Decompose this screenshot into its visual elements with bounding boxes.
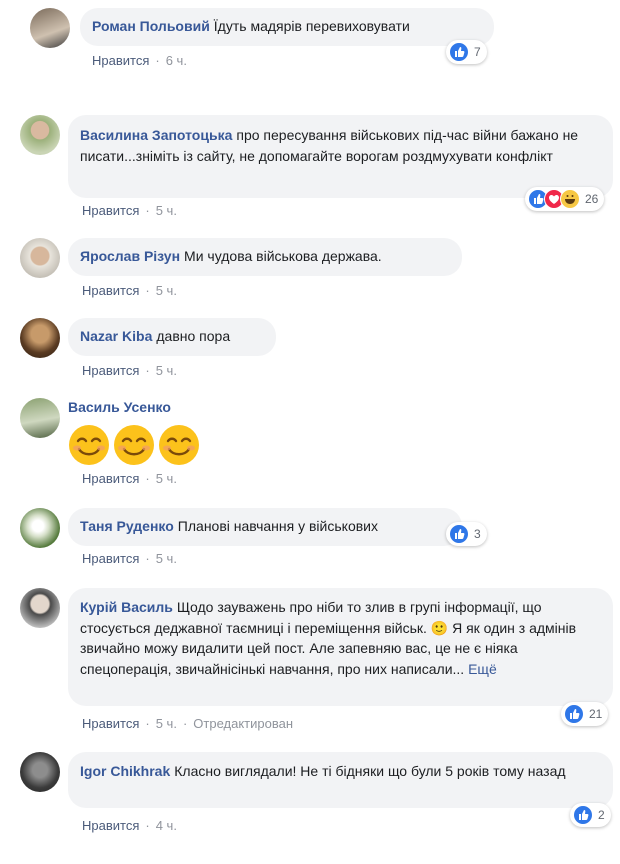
comment-bubble: Курій Василь Щодо зауважень про ніби то з… — [68, 588, 613, 706]
author-name[interactable]: Nazar Kiba — [80, 328, 152, 344]
comment-text: Ми чудова військова держава. — [184, 248, 382, 264]
like-link[interactable]: Нравится — [82, 551, 139, 566]
comment-bubble: Таня Руденко Планові навчання у військови… — [68, 508, 462, 546]
separator-dot: · — [145, 363, 150, 378]
like-link[interactable]: Нравится — [92, 53, 149, 68]
separator-dot: · — [182, 716, 188, 731]
author-name[interactable]: Василь Усенко — [68, 399, 171, 415]
author-name[interactable]: Роман Польовий — [92, 18, 210, 34]
timestamp[interactable]: 6 ч. — [166, 53, 187, 68]
timestamp[interactable]: 5 ч. — [156, 716, 177, 731]
reaction-count: 3 — [474, 527, 481, 541]
timestamp[interactable]: 5 ч. — [156, 203, 177, 218]
like-link[interactable]: Нравится — [82, 818, 139, 833]
separator-dot: · — [155, 53, 160, 68]
avatar[interactable] — [20, 115, 60, 155]
separator-dot: · — [145, 716, 150, 731]
like-link[interactable]: Нравится — [82, 363, 139, 378]
comment-text: Класно виглядали! Не ті бідняки що були … — [174, 763, 566, 779]
author-name[interactable]: Василина Запотоцька — [80, 127, 232, 143]
reaction-count: 26 — [585, 192, 599, 206]
like-reaction-icon — [449, 42, 469, 62]
smiling-face-emoji-icon — [69, 425, 109, 465]
like-link[interactable]: Нравится — [82, 203, 139, 218]
separator-dot: · — [145, 203, 150, 218]
comment-actions: Нравится · 6 ч. — [92, 53, 187, 68]
comment-actions: Нравится · 4 ч. — [82, 818, 177, 833]
author-name[interactable]: Курій Василь — [80, 599, 173, 615]
avatar[interactable] — [30, 8, 70, 48]
timestamp[interactable]: 5 ч. — [156, 471, 177, 486]
avatar[interactable] — [20, 398, 60, 438]
smiling-face-emoji-icon — [159, 425, 199, 465]
like-reaction-icon — [564, 704, 584, 724]
comment-bubble: Ярослав Різун Ми чудова військова держава… — [68, 238, 462, 276]
avatar[interactable] — [20, 318, 60, 358]
timestamp[interactable]: 5 ч. — [156, 551, 177, 566]
separator-dot: · — [145, 818, 150, 833]
comment-bubble: Igor Chikhrak Класно виглядали! Не ті бід… — [68, 752, 613, 808]
comment-bubble: Роман Польовий Їдуть мадярів перевиховува… — [80, 8, 494, 46]
author-name[interactable]: Ярослав Різун — [80, 248, 180, 264]
reaction-count: 21 — [589, 707, 603, 721]
reaction-count: 7 — [474, 45, 481, 59]
emoji-row — [68, 424, 268, 470]
like-link[interactable]: Нравится — [82, 283, 139, 298]
comment-text: Планові навчання у військових — [177, 518, 378, 534]
comment-text: Їдуть мадярів перевиховувати — [213, 18, 410, 34]
reactions-count[interactable]: 26 — [525, 187, 605, 211]
comment-actions: Нравится · 5 ч. — [82, 471, 177, 486]
separator-dot: · — [145, 283, 150, 298]
comment-bubble: Василь Усенко — [68, 398, 268, 468]
comment-actions: Нравится · 5 ч. — [82, 283, 177, 298]
like-link[interactable]: Нравится — [82, 471, 139, 486]
avatar[interactable] — [20, 588, 60, 628]
separator-dot: · — [145, 471, 150, 486]
like-reaction-icon — [449, 524, 469, 544]
like-link[interactable]: Нравится — [82, 716, 139, 731]
comment-actions: Нравится · 5 ч. — [82, 363, 177, 378]
like-reaction-icon — [573, 805, 593, 825]
comment-actions: Нравится · 5 ч. — [82, 551, 177, 566]
author-name[interactable]: Таня Руденко — [80, 518, 174, 534]
reaction-count: 2 — [598, 808, 605, 822]
comment-actions: Нравится · 5 ч. · Отредактирован — [82, 716, 293, 731]
comment-actions: Нравится · 5 ч. — [82, 203, 177, 218]
avatar[interactable] — [20, 238, 60, 278]
reactions-count[interactable]: 7 — [446, 40, 487, 64]
avatar[interactable] — [20, 508, 60, 548]
author-name[interactable]: Igor Chikhrak — [80, 763, 170, 779]
comment-bubble: Nazar Kiba давно пора — [68, 318, 276, 356]
timestamp[interactable]: 5 ч. — [156, 283, 177, 298]
reactions-count[interactable]: 2 — [570, 803, 611, 827]
smiling-face-emoji-icon — [114, 425, 154, 465]
reactions-count[interactable]: 21 — [561, 702, 609, 726]
separator-dot: · — [145, 551, 150, 566]
haha-reaction-icon — [560, 189, 580, 209]
timestamp[interactable]: 4 ч. — [156, 818, 177, 833]
see-more-link[interactable]: Ещё — [468, 661, 497, 677]
comment-bubble: Василина Запотоцька про пересування війсь… — [68, 115, 613, 198]
edited-label[interactable]: Отредактирован — [193, 716, 293, 731]
avatar[interactable] — [20, 752, 60, 792]
reactions-count[interactable]: 3 — [446, 522, 487, 546]
comment-text: давно пора — [156, 328, 231, 344]
timestamp[interactable]: 5 ч. — [156, 363, 177, 378]
